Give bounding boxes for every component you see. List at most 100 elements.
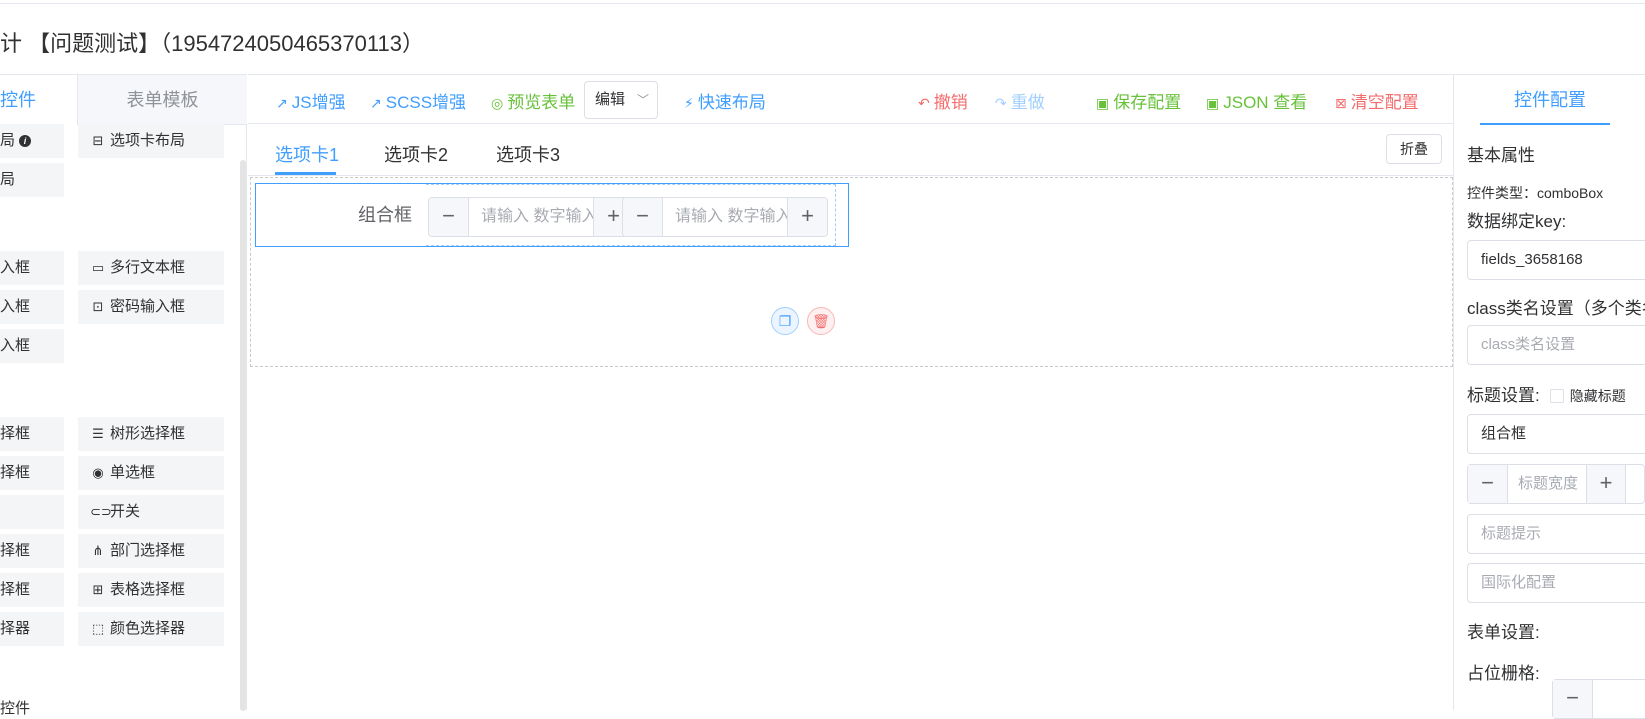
section-heading: 控件 — [0, 700, 31, 717]
preview-form-button[interactable]: ◎ 预览表单 — [491, 88, 575, 113]
component-department[interactable]: ⋔ 部门选择框 — [78, 534, 224, 568]
table-select-icon: ⊞ — [92, 582, 104, 597]
active-tab-indicator — [275, 172, 336, 175]
canvas-tabs: 选项卡1 选项卡2 选项卡3 折叠 — [248, 124, 1453, 176]
component-item[interactable] — [0, 495, 64, 529]
external-link-icon: ↗ — [276, 95, 288, 111]
save-icon: ▣ — [1206, 95, 1220, 111]
basic-properties-heading: 基本属性 — [1467, 146, 1535, 165]
component-panel-tabs: 控件 表单模板 — [0, 75, 247, 125]
page-title: 计 【问题测试】（1954724050465370113） — [0, 31, 424, 56]
clear-config-button[interactable]: ⊠ 清空配置 — [1335, 88, 1419, 113]
number-input-value[interactable]: 请输入 数字输入框 — [469, 198, 593, 236]
component-item[interactable]: 择框 — [0, 456, 64, 490]
tab-templates[interactable]: 表单模板 — [77, 75, 247, 125]
component-color-picker[interactable]: ⬚ 颜色选择器 — [78, 612, 224, 646]
quick-layout-button[interactable]: ⚡ 快速布局 — [684, 88, 766, 113]
key-input[interactable]: fields_3658168 — [1467, 240, 1645, 280]
component-item[interactable]: 择框 — [0, 534, 64, 568]
chevron-down-icon: ﹀ — [636, 93, 649, 107]
js-enhance-button[interactable]: ↗ JS增强 — [276, 88, 346, 113]
component-switch[interactable]: ⊂⊃开关 — [78, 495, 224, 529]
decrement-button[interactable]: − — [1468, 465, 1508, 503]
scss-enhance-button[interactable]: ↗ SCSS增强 — [370, 88, 466, 113]
designer-toolbar: ↗ JS增强 ↗ SCSS增强 ◎ 预览表单 编辑 ﹀ ⚡ 快速布局 ↶ 撤销 ↷ 重做 ▣ 保… — [248, 74, 1453, 124]
mode-select[interactable]: 编辑 ﹀ — [584, 81, 658, 119]
decrement-button[interactable]: − — [1553, 680, 1593, 718]
radio-icon: ◉ — [92, 465, 104, 480]
number-input-1[interactable]: − 请输入 数字输入框 + — [428, 197, 634, 237]
tab-pane[interactable]: 组合框 − 请输入 数字输入框 + − 请输入 数字输入框 + ❐ 🗑 — [250, 177, 1453, 367]
title-width-stepper[interactable]: − 标题宽度 + — [1467, 464, 1645, 504]
key-label: 数据绑定key: — [1467, 212, 1567, 231]
component-item[interactable]: 入框 — [0, 251, 64, 285]
json-view-button[interactable]: ▣ JSON 查看 — [1206, 88, 1307, 113]
collapse-button[interactable]: 折叠 — [1386, 134, 1442, 164]
form-settings-heading: 表单设置: — [1467, 623, 1540, 642]
combo-box-inner: − 请输入 数字输入框 + − 请输入 数字输入框 + — [426, 184, 836, 246]
redo-button[interactable]: ↷ 重做 — [995, 88, 1045, 113]
component-table-select[interactable]: ⊞ 表格选择框 — [78, 573, 224, 607]
title-setting-row: 标题设置: 隐藏标题 — [1467, 386, 1626, 405]
department-icon: ⋔ — [92, 543, 104, 558]
tab-layout-icon: ⊟ — [92, 133, 104, 148]
tab-control-config[interactable]: 控件配置 — [1454, 75, 1645, 125]
info-icon[interactable]: i — [19, 135, 32, 147]
decrement-button[interactable]: − — [623, 198, 663, 236]
field-label: 组合框 — [358, 205, 412, 225]
undo-button[interactable]: ↶ 撤销 — [918, 88, 968, 113]
number-input-2[interactable]: − 请输入 数字输入框 + — [622, 197, 828, 237]
tab-components[interactable]: 控件 — [0, 75, 77, 125]
component-item[interactable]: 局 — [0, 163, 64, 197]
eye-icon: ◎ — [491, 95, 504, 111]
switch-icon: ⊂⊃ — [90, 504, 112, 519]
component-item[interactable]: 入框 — [0, 290, 64, 324]
decrement-button[interactable]: − — [429, 198, 469, 236]
increment-button[interactable]: + — [1586, 465, 1626, 503]
magic-wand-icon: ⚡ — [684, 95, 694, 111]
hide-title-checkbox[interactable] — [1549, 389, 1564, 403]
save-config-button[interactable]: ▣ 保存配置 — [1096, 88, 1181, 113]
combo-box-field[interactable]: 组合框 − 请输入 数字输入框 + − 请输入 数字输入框 + — [255, 183, 849, 247]
copy-icon[interactable]: ❐ — [771, 307, 799, 335]
design-canvas: 选项卡1 选项卡2 选项卡3 折叠 组合框 − 请输入 数字输入框 + − 请输… — [248, 124, 1453, 710]
left-scrollbar[interactable] — [240, 160, 246, 711]
save-icon: ▣ — [1096, 95, 1110, 111]
component-item[interactable]: 入框 — [0, 329, 64, 363]
grid-label: 占位栅格: — [1467, 664, 1540, 683]
grid-stepper[interactable]: − — [1552, 679, 1645, 719]
tab-1[interactable]: 选项卡1 — [275, 141, 339, 167]
component-item[interactable]: 择框 — [0, 417, 64, 451]
increment-button[interactable]: + — [787, 198, 827, 236]
title-input[interactable]: 组合框 — [1467, 414, 1645, 454]
component-textarea[interactable]: ▭ 多行文本框 — [78, 251, 224, 285]
trash-icon[interactable]: 🗑 — [807, 307, 835, 335]
active-tab-indicator — [1480, 123, 1610, 125]
component-item[interactable]: 局i — [0, 124, 64, 158]
component-item[interactable]: 择框 — [0, 573, 64, 607]
i18n-input[interactable]: 国际化配置 — [1467, 563, 1645, 603]
tree-select-icon: ☰ — [92, 426, 104, 441]
undo-icon: ↶ — [918, 95, 930, 111]
redo-icon: ↷ — [995, 95, 1007, 111]
component-panel: 控件 表单模板 局i 局 入框 入框 入框 择框 择框 择框 择框 择器 ⊟ 选项… — [0, 74, 247, 717]
component-item[interactable]: 择器 — [0, 612, 64, 646]
component-tree-select[interactable]: ☰ 树形选择框 — [78, 417, 224, 451]
class-input[interactable]: class类名设置 — [1467, 325, 1645, 365]
component-password[interactable]: ⊡ 密码输入框 — [78, 290, 224, 324]
textarea-icon: ▭ — [91, 260, 105, 275]
hide-title-label: 隐藏标题 — [1569, 388, 1626, 404]
class-label: class类名设置（多个类名 — [1467, 299, 1645, 318]
number-input-value[interactable]: 请输入 数字输入框 — [663, 198, 787, 236]
external-link-icon: ↗ — [370, 95, 382, 111]
clear-icon: ⊠ — [1335, 95, 1347, 111]
tab-2[interactable]: 选项卡2 — [384, 141, 448, 167]
color-picker-icon: ⬚ — [91, 621, 105, 636]
component-radio[interactable]: ◉ 单选框 — [78, 456, 224, 490]
component-tab-layout[interactable]: ⊟ 选项卡布局 — [78, 124, 224, 158]
config-panel: 控件配置 基本属性 控件类型：comboBox 数据绑定key: fields_… — [1453, 74, 1645, 719]
password-icon: ⊡ — [92, 299, 104, 314]
title-width-input[interactable]: 标题宽度 — [1508, 465, 1586, 503]
tab-3[interactable]: 选项卡3 — [496, 141, 560, 167]
title-tip-input[interactable]: 标题提示 — [1467, 514, 1645, 554]
